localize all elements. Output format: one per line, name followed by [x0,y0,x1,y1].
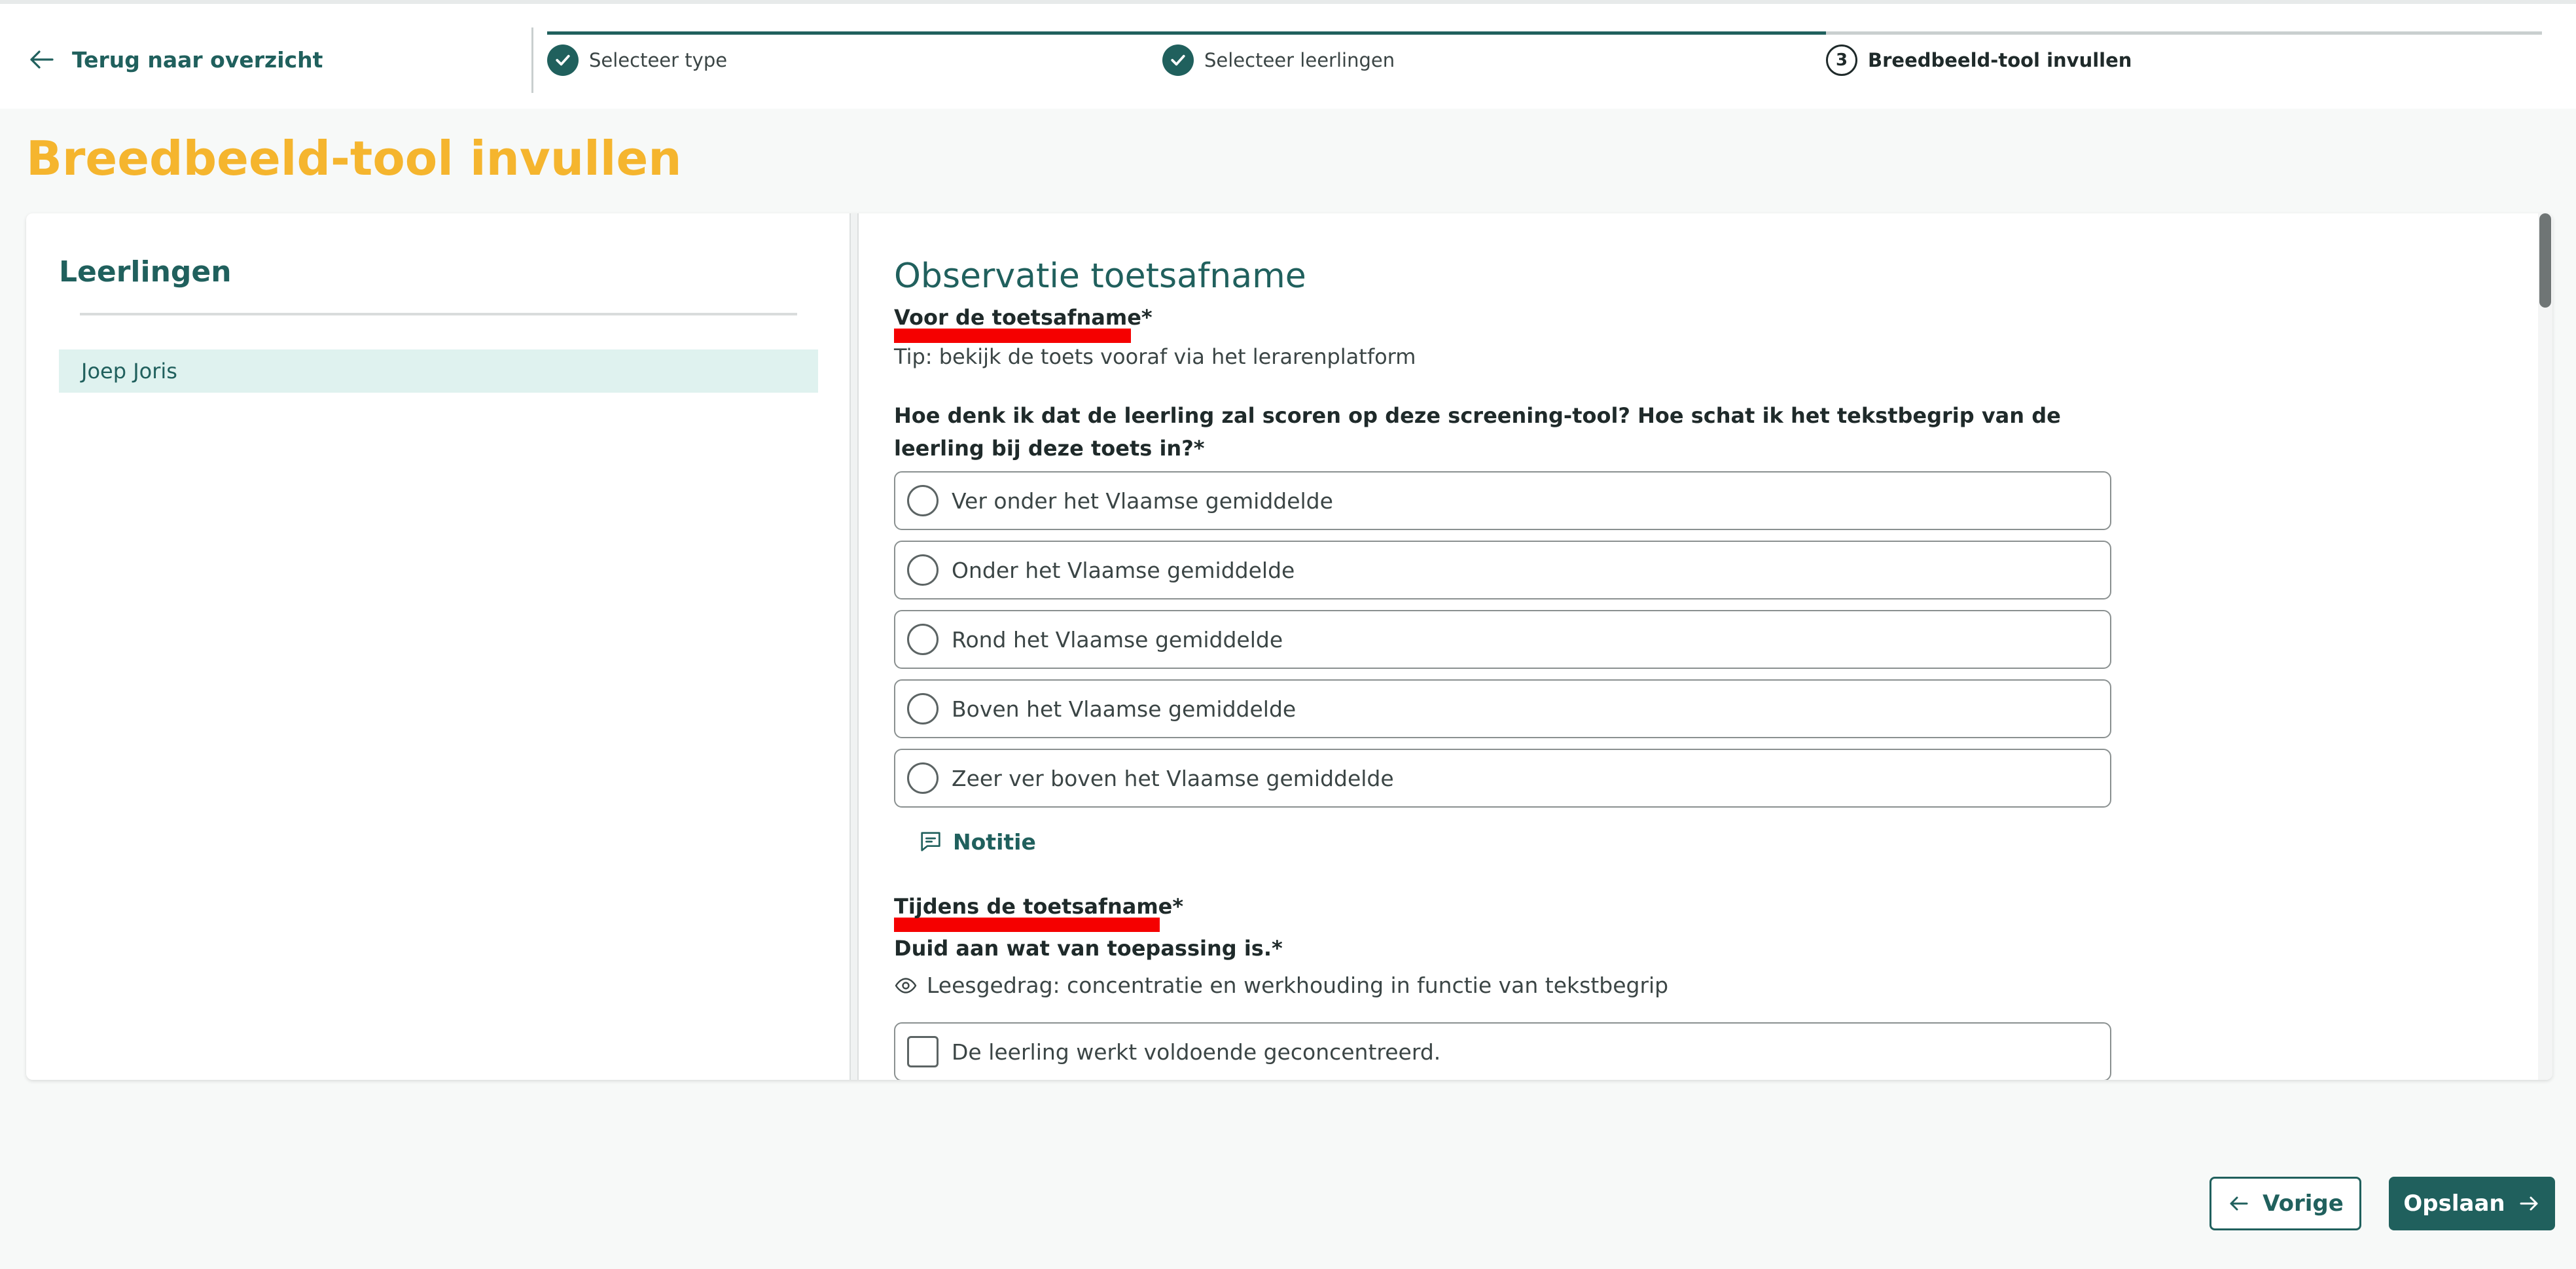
highlight-underline [894,918,1160,932]
checkbox[interactable] [907,1036,939,1067]
option-label: Zeer ver boven het Vlaamse gemiddelde [952,765,1394,791]
students-panel: Leerlingen Joep Joris [26,213,856,1080]
instruction-text: Duid aan wat van toepassing is.* [894,936,1283,961]
option-label: De leerling werkt voldoende geconcentree… [952,1039,1441,1065]
radio-option[interactable]: Zeer ver boven het Vlaamse gemiddelde [894,749,2111,808]
hint-row: Leesgedrag: concentratie en werkhouding … [894,973,1668,998]
note-label: Notitie [953,829,1036,855]
step-number: 3 [1826,45,1857,76]
hint-text: Leesgedrag: concentratie en werkhouding … [927,973,1669,998]
students-title: Leerlingen [59,255,232,289]
add-note-button[interactable]: Notitie [918,829,1036,855]
back-to-overview-link[interactable]: Terug naar overzicht [26,43,323,76]
question-text: Hoe denk ik dat de leerling zal scoren o… [894,403,2061,461]
radio-option[interactable]: Onder het Vlaamse gemiddelde [894,541,2111,599]
step-label: Selecteer type [589,49,728,71]
previous-label: Vorige [2263,1190,2344,1217]
header: Terug naar overzicht Selecteer type Sele… [0,4,2576,109]
radio-option[interactable]: Ver onder het Vlaamse gemiddelde [894,471,2111,530]
highlight-underline [894,329,1131,343]
students-divider [80,313,797,315]
step-select-type[interactable]: Selecteer type [547,45,727,76]
step-label: Selecteer leerlingen [1204,49,1395,71]
save-label: Opslaan [2403,1190,2505,1217]
radio-button[interactable] [907,485,939,516]
arrow-right-icon [2520,1196,2538,1211]
scrollbar[interactable] [2538,213,2552,1080]
radio-button[interactable] [907,693,939,724]
panel-resize-handle[interactable] [850,213,859,1080]
radio-option[interactable]: Boven het Vlaamse gemiddelde [894,679,2111,738]
radio-button[interactable] [907,554,939,586]
option-label: Boven het Vlaamse gemiddelde [952,696,1297,722]
step-label: Breedbeeld-tool invullen [1868,49,2132,71]
step-fill-tool: 3 Breedbeeld-tool invullen [1826,45,2132,76]
back-link-label: Terug naar overzicht [72,46,323,73]
observation-panel: Observatie toetsafname Voor de toetsafna… [859,213,2552,1080]
option-label: Onder het Vlaamse gemiddelde [952,557,1295,583]
header-divider [531,27,533,93]
during-label: Tijdens de toetsafname* [894,894,1184,919]
eye-icon [895,977,917,993]
tip-text: Tip: bekijk de toets vooraf via het lera… [894,344,1416,369]
page-title: Breedbeeld-tool invullen [26,131,682,186]
step-select-students[interactable]: Selecteer leerlingen [1162,45,1395,76]
radio-option[interactable]: Rond het Vlaamse gemiddelde [894,610,2111,669]
radio-button[interactable] [907,624,939,655]
previous-button[interactable]: Vorige [2209,1177,2361,1230]
radio-button[interactable] [907,762,939,794]
stepper-progress [547,31,1826,35]
scrollbar-thumb[interactable] [2539,213,2551,308]
option-label: Rond het Vlaamse gemiddelde [952,626,1283,652]
arrow-left-icon [2230,1196,2248,1211]
arrow-left-icon [30,50,54,69]
check-icon [547,45,579,76]
check-icon [1162,45,1194,76]
save-button[interactable]: Opslaan [2389,1177,2555,1230]
before-label: Voor de toetsafname* [894,305,1153,330]
section-title: Observatie toetsafname [894,257,1306,296]
option-label: Ver onder het Vlaamse gemiddelde [952,488,1333,514]
checkbox-option[interactable]: De leerling werkt voldoende geconcentree… [894,1022,2111,1080]
comment-icon [921,832,940,851]
main-card: Leerlingen Joep Joris Observatie toetsaf… [26,213,2552,1080]
student-item[interactable]: Joep Joris [59,349,818,393]
